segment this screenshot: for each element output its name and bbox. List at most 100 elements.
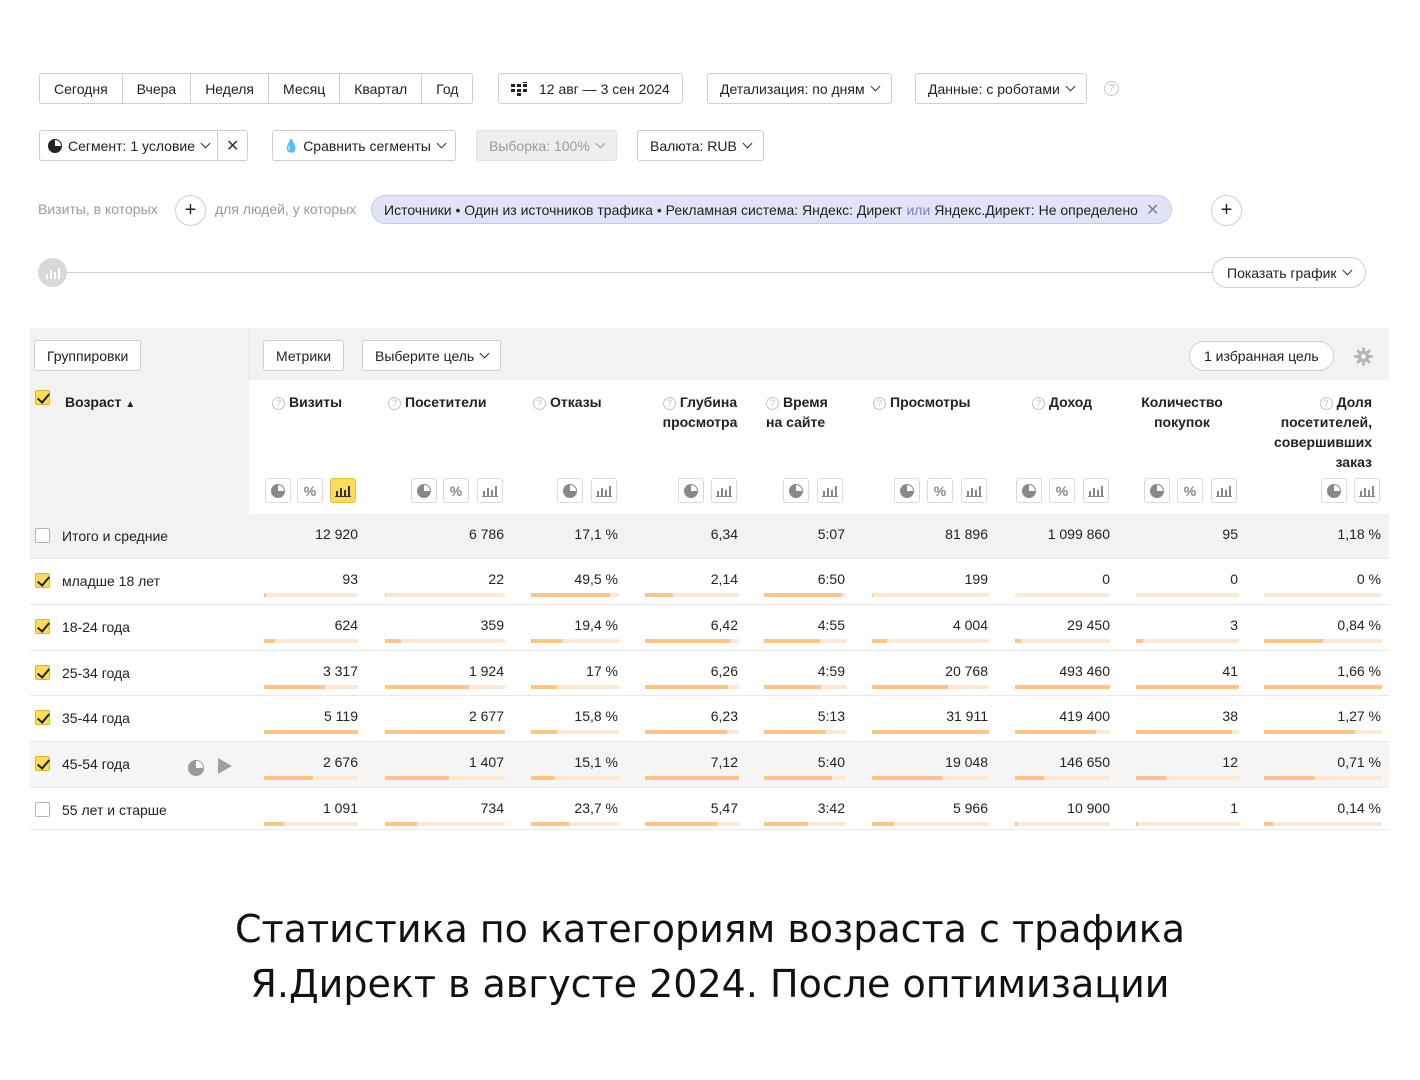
- show-chart-button[interactable]: Показать график: [1212, 257, 1366, 288]
- percent-icon[interactable]: %: [1177, 478, 1203, 503]
- pie-chart-icon[interactable]: [1016, 478, 1042, 503]
- detail-dropdown[interactable]: Детализация: по дням: [707, 73, 892, 104]
- bar-chart-icon[interactable]: [330, 478, 356, 503]
- favorite-goal-button[interactable]: 1 избранная цель: [1189, 341, 1334, 371]
- share-bar: [764, 822, 846, 826]
- play-icon[interactable]: [218, 758, 232, 774]
- pie-chart-icon[interactable]: [1144, 478, 1170, 503]
- bar-chart-icon[interactable]: [1211, 478, 1237, 503]
- table-cell: 0,84 %: [1337, 617, 1381, 633]
- share-bar-fill: [1015, 685, 1110, 689]
- help-icon: ?: [873, 397, 886, 410]
- chevron-down-icon: [436, 138, 447, 149]
- column-header-bounces[interactable]: ? Отказы: [533, 392, 602, 412]
- share-bar: [264, 593, 358, 597]
- image-caption: Статистика по категориям возраста с траф…: [0, 902, 1420, 1012]
- close-icon[interactable]: ✕: [1146, 200, 1159, 220]
- help-icon: ?: [388, 397, 401, 410]
- pie-chart-icon[interactable]: [188, 760, 204, 776]
- share-bar-fill: [645, 685, 728, 689]
- row-checkbox[interactable]: [35, 802, 50, 817]
- segment-dropdown[interactable]: Сегмент: 1 условие: [40, 131, 217, 160]
- gear-icon[interactable]: [1354, 347, 1373, 366]
- share-bar: [872, 593, 989, 597]
- pie-chart-icon[interactable]: [557, 478, 583, 503]
- share-bar-fill: [1136, 822, 1138, 826]
- percent-icon[interactable]: %: [1049, 478, 1075, 503]
- period-month-button[interactable]: Месяц: [269, 74, 341, 103]
- show-chart-label: Показать график: [1227, 264, 1337, 281]
- chevron-down-icon: [595, 138, 606, 149]
- pie-chart-icon[interactable]: [411, 478, 437, 503]
- row-checkbox[interactable]: [35, 665, 50, 680]
- help-icon[interactable]: ?: [1104, 81, 1119, 96]
- share-bar: [1264, 639, 1382, 643]
- row-checkbox[interactable]: [35, 619, 50, 634]
- row-checkbox[interactable]: [35, 573, 50, 588]
- column-header-depth[interactable]: ? Глубина просмотра: [645, 392, 755, 432]
- data-mode-dropdown[interactable]: Данные: с роботами: [915, 73, 1087, 104]
- share-bar-fill: [1264, 730, 1355, 734]
- share-bar: [531, 593, 619, 597]
- bar-chart-icon[interactable]: [1083, 478, 1109, 503]
- bar-chart-icon[interactable]: [711, 478, 737, 503]
- percent-icon[interactable]: %: [927, 478, 953, 503]
- compare-segments-dropdown[interactable]: 💧 Сравнить сегменты: [272, 130, 456, 161]
- choose-goal-dropdown[interactable]: Выберите цель: [362, 340, 502, 371]
- share-bar-fill: [264, 639, 275, 643]
- row-checkbox[interactable]: [35, 710, 50, 725]
- pie-chart-icon[interactable]: [678, 478, 704, 503]
- pie-chart-icon[interactable]: [1321, 478, 1347, 503]
- bar-chart-icon[interactable]: [477, 478, 503, 503]
- share-bar: [872, 730, 989, 734]
- date-range-button[interactable]: 12 авг — 3 сен 2024: [498, 73, 683, 104]
- share-bar: [531, 730, 619, 734]
- column-header-order-share[interactable]: ? Доля посетителей, совершивших заказ: [1262, 392, 1372, 472]
- groupings-button[interactable]: Группировки: [34, 340, 142, 371]
- column-header-pageviews[interactable]: ? Просмотры: [873, 392, 971, 412]
- row-checkbox[interactable]: [35, 528, 50, 543]
- bar-chart-icon[interactable]: [591, 478, 617, 503]
- period-year-button[interactable]: Год: [422, 74, 472, 103]
- column-header-visits[interactable]: ? Визиты: [272, 392, 342, 412]
- bar-chart-icon[interactable]: [817, 478, 843, 503]
- share-bar: [1015, 776, 1110, 780]
- period-today-button[interactable]: Сегодня: [40, 74, 123, 103]
- chart-toggle-icon[interactable]: [38, 258, 67, 287]
- column-header-visitors[interactable]: ? Посетители: [388, 392, 486, 412]
- add-visit-condition-button[interactable]: +: [175, 195, 206, 226]
- bar-chart-icon[interactable]: [1354, 478, 1380, 503]
- percent-icon[interactable]: %: [297, 478, 323, 503]
- share-bar: [385, 639, 505, 643]
- share-bar: [764, 593, 846, 597]
- filter-condition-pill[interactable]: Источники • Один из источников трафика •…: [371, 195, 1173, 224]
- share-bar-fill: [385, 639, 401, 643]
- period-yesterday-button[interactable]: Вчера: [123, 74, 192, 103]
- table-cell: 1,27 %: [1337, 708, 1381, 724]
- metrics-button[interactable]: Метрики: [263, 340, 345, 371]
- table-cell: 146 650: [1059, 754, 1110, 770]
- pie-chart-icon[interactable]: [783, 478, 809, 503]
- column-header-revenue[interactable]: ? Доход: [1032, 392, 1092, 412]
- dimension-sort-header[interactable]: Возраст ▲: [65, 392, 135, 415]
- percent-icon[interactable]: %: [443, 478, 469, 503]
- segment-clear-button[interactable]: ✕: [217, 131, 247, 160]
- currency-dropdown[interactable]: Валюта: RUB: [637, 130, 764, 161]
- pie-chart-icon[interactable]: [894, 478, 920, 503]
- share-bar: [264, 822, 358, 826]
- share-bar: [764, 685, 846, 689]
- row-checkbox[interactable]: [35, 756, 50, 771]
- select-all-checkbox[interactable]: [35, 390, 50, 405]
- column-header-time[interactable]: ? Время на сайте: [766, 392, 838, 432]
- share-bar-fill: [645, 593, 673, 597]
- period-quarter-button[interactable]: Квартал: [340, 74, 423, 103]
- column-header-purchases[interactable]: Количество покупок: [1132, 392, 1232, 432]
- dimension-header-cell: [30, 380, 249, 515]
- add-people-condition-button[interactable]: +: [1211, 195, 1242, 226]
- share-bar: [645, 822, 739, 826]
- share-bar-fill: [645, 822, 717, 826]
- pie-chart-icon[interactable]: [265, 478, 291, 503]
- filter-or-label: или: [906, 201, 931, 218]
- period-week-button[interactable]: Неделя: [191, 74, 270, 103]
- bar-chart-icon[interactable]: [961, 478, 987, 503]
